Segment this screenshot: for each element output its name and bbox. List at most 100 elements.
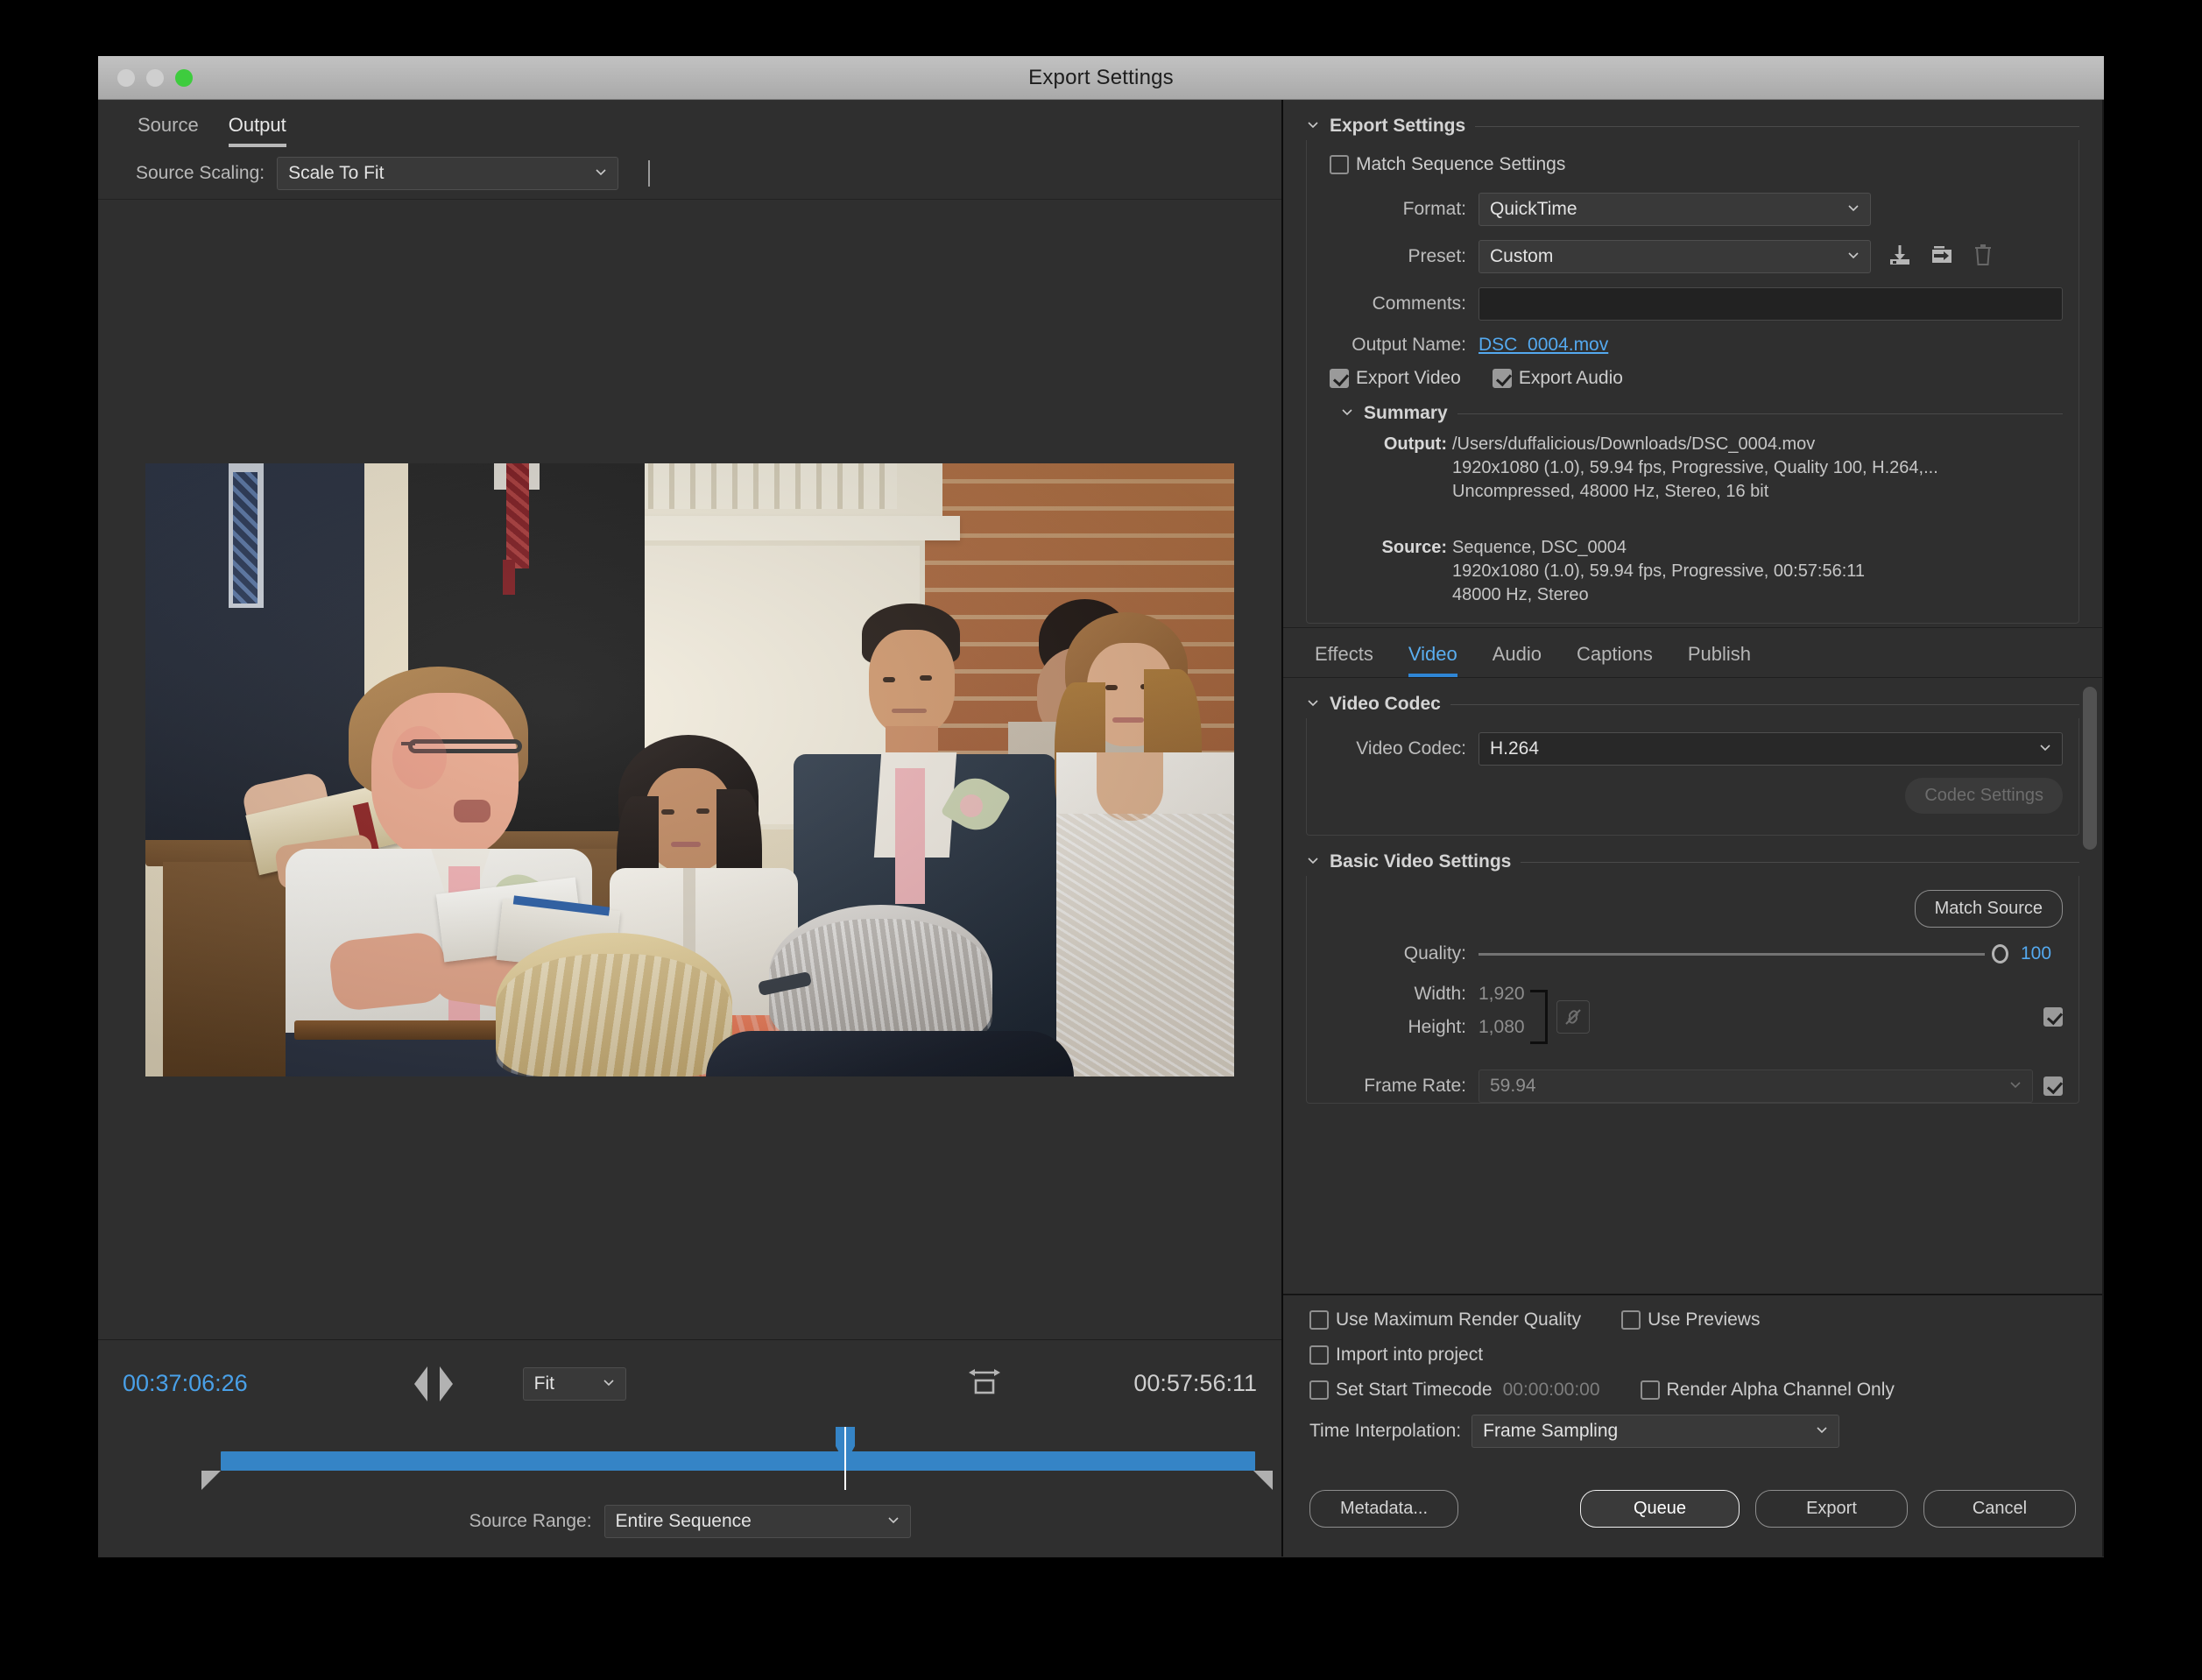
export-audio-row[interactable]: Export Audio xyxy=(1493,368,1623,389)
metadata-button[interactable]: Metadata... xyxy=(1309,1490,1458,1528)
cancel-button[interactable]: Cancel xyxy=(1923,1490,2076,1528)
height-value[interactable]: 1,080 xyxy=(1479,1017,1525,1038)
match-source-button[interactable]: Match Source xyxy=(1915,890,2063,928)
tab-audio[interactable]: Audio xyxy=(1493,643,1542,677)
basic-video-settings-header[interactable]: Basic Video Settings xyxy=(1306,851,2079,872)
source-range-row: Source Range: Entire Sequence xyxy=(98,1486,1281,1556)
frame-rate-select[interactable]: 59.94 xyxy=(1479,1069,2033,1103)
scrollbar-thumb[interactable] xyxy=(2083,687,2097,850)
video-frame xyxy=(145,463,1234,1076)
range-handle-right[interactable] xyxy=(1253,1471,1273,1490)
queue-button[interactable]: Queue xyxy=(1580,1490,1740,1528)
set-start-timecode-row[interactable]: Set Start Timecode xyxy=(1309,1380,1493,1401)
use-previews-row[interactable]: Use Previews xyxy=(1621,1309,1760,1331)
maximize-button[interactable] xyxy=(175,69,193,87)
window-title: Export Settings xyxy=(98,66,2104,90)
export-settings-body: Match Sequence Settings Format: QuickTim… xyxy=(1306,140,2079,624)
summary-header[interactable]: Summary xyxy=(1340,403,2063,424)
quality-slider-knob[interactable] xyxy=(1992,944,2008,964)
preset-select[interactable]: Custom xyxy=(1479,240,1871,273)
link-dimensions-icon[interactable] xyxy=(1556,1000,1590,1034)
chevron-down-icon[interactable] xyxy=(1306,853,1320,872)
tab-video[interactable]: Video xyxy=(1408,643,1457,677)
set-out-point-icon[interactable] xyxy=(440,1366,453,1401)
chevron-down-icon[interactable] xyxy=(1306,695,1320,714)
video-tab-scrollbar[interactable] xyxy=(2083,687,2097,1160)
export-video-checkbox[interactable] xyxy=(1330,369,1349,388)
time-interpolation-select[interactable]: Frame Sampling xyxy=(1472,1415,1839,1448)
delete-preset-icon xyxy=(1971,242,1995,272)
use-maximum-render-quality-label: Use Maximum Render Quality xyxy=(1336,1309,1581,1331)
minimize-button[interactable] xyxy=(146,69,164,87)
format-select[interactable]: QuickTime xyxy=(1479,193,1871,226)
comments-input[interactable] xyxy=(1479,287,2063,321)
use-maximum-render-quality-checkbox[interactable] xyxy=(1309,1310,1329,1330)
close-button[interactable] xyxy=(117,69,135,87)
summary-source-block: Source: Sequence, DSC_0004 1920x1080 (1.… xyxy=(1361,536,2063,608)
quality-slider-track[interactable] xyxy=(1479,953,1985,956)
tab-effects[interactable]: Effects xyxy=(1315,643,1373,677)
import-preset-icon[interactable] xyxy=(1929,242,1955,272)
export-video-row[interactable]: Export Video xyxy=(1330,368,1461,389)
match-sequence-settings-checkbox[interactable] xyxy=(1330,155,1349,174)
export-settings-window: Export Settings Source Output Source Sca… xyxy=(98,56,2104,1557)
quality-value[interactable]: 100 xyxy=(2021,943,2063,964)
chevron-down-icon xyxy=(2008,1076,2022,1097)
set-start-timecode-value[interactable]: 00:00:00:00 xyxy=(1503,1380,1600,1401)
frame-rate-label: Frame Rate: xyxy=(1323,1076,1479,1097)
source-range-value: Entire Sequence xyxy=(616,1511,752,1532)
import-into-project-row[interactable]: Import into project xyxy=(1309,1345,1483,1366)
divider xyxy=(1521,862,2079,863)
tab-output[interactable]: Output xyxy=(229,114,286,147)
chevron-down-icon[interactable] xyxy=(1340,405,1354,423)
basic-video-settings-title: Basic Video Settings xyxy=(1330,851,1511,872)
import-into-project-checkbox[interactable] xyxy=(1309,1345,1329,1365)
current-timecode[interactable]: 00:37:06:26 xyxy=(123,1370,248,1397)
dimension-link-bracket xyxy=(1530,990,1548,1044)
zoom-level-select[interactable]: Fit xyxy=(523,1367,626,1401)
width-height-enabled-checkbox[interactable] xyxy=(2043,1007,2063,1027)
source-range-select[interactable]: Entire Sequence xyxy=(604,1505,911,1538)
set-start-timecode-checkbox[interactable] xyxy=(1309,1380,1329,1400)
match-sequence-settings-row[interactable]: Match Sequence Settings xyxy=(1330,154,1565,175)
render-alpha-channel-only-checkbox[interactable] xyxy=(1641,1380,1660,1400)
divider xyxy=(1457,413,2063,414)
export-settings-section: Export Settings Match Sequence Settings … xyxy=(1283,100,2102,627)
save-preset-icon[interactable] xyxy=(1887,242,1913,272)
source-scaling-value: Scale To Fit xyxy=(288,163,384,184)
playhead[interactable] xyxy=(836,1427,855,1472)
timeline-scrubber[interactable] xyxy=(98,1427,1281,1486)
export-settings-header[interactable]: Export Settings xyxy=(1306,116,2079,137)
video-codec-select[interactable]: H.264 xyxy=(1479,732,2063,766)
render-alpha-channel-only-row[interactable]: Render Alpha Channel Only xyxy=(1641,1380,1895,1401)
range-handle-left[interactable] xyxy=(201,1471,221,1490)
settings-panel: Export Settings Match Sequence Settings … xyxy=(1283,100,2102,1556)
tab-source[interactable]: Source xyxy=(138,114,199,147)
source-scaling-select[interactable]: Scale To Fit xyxy=(277,157,618,190)
in-out-point-buttons xyxy=(414,1366,453,1401)
quality-slider[interactable]: 100 xyxy=(1479,943,2063,964)
chevron-down-icon[interactable] xyxy=(1306,117,1320,136)
use-previews-checkbox[interactable] xyxy=(1621,1310,1641,1330)
timeline-track[interactable] xyxy=(221,1451,1255,1471)
source-range-icon[interactable] xyxy=(967,1365,1002,1402)
frame-rate-enabled-checkbox[interactable] xyxy=(2043,1076,2063,1096)
width-value[interactable]: 1,920 xyxy=(1479,984,1525,1005)
use-maximum-render-quality-row[interactable]: Use Maximum Render Quality xyxy=(1309,1309,1581,1331)
export-button[interactable]: Export xyxy=(1755,1490,1908,1528)
video-codec-body: Video Codec: H.264 xyxy=(1306,718,2079,836)
tab-publish[interactable]: Publish xyxy=(1688,643,1751,677)
summary-source-line-2: 1920x1080 (1.0), 59.94 fps, Progressive,… xyxy=(1452,560,1865,583)
tab-captions[interactable]: Captions xyxy=(1577,643,1653,677)
set-in-point-icon[interactable] xyxy=(414,1366,427,1401)
export-audio-checkbox[interactable] xyxy=(1493,369,1512,388)
video-codec-label: Video Codec: xyxy=(1323,738,1479,759)
summary-output-key: Output: xyxy=(1361,433,1452,505)
output-name-link[interactable]: DSC_0004.mov xyxy=(1479,335,1608,355)
summary-source-line-1: Sequence, DSC_0004 xyxy=(1452,536,1865,560)
codec-settings-button: Codec Settings xyxy=(1905,778,2063,814)
video-preview-area[interactable] xyxy=(98,200,1281,1339)
video-codec-header[interactable]: Video Codec xyxy=(1306,694,2079,715)
format-label: Format: xyxy=(1323,199,1479,220)
divider xyxy=(1450,704,2079,705)
